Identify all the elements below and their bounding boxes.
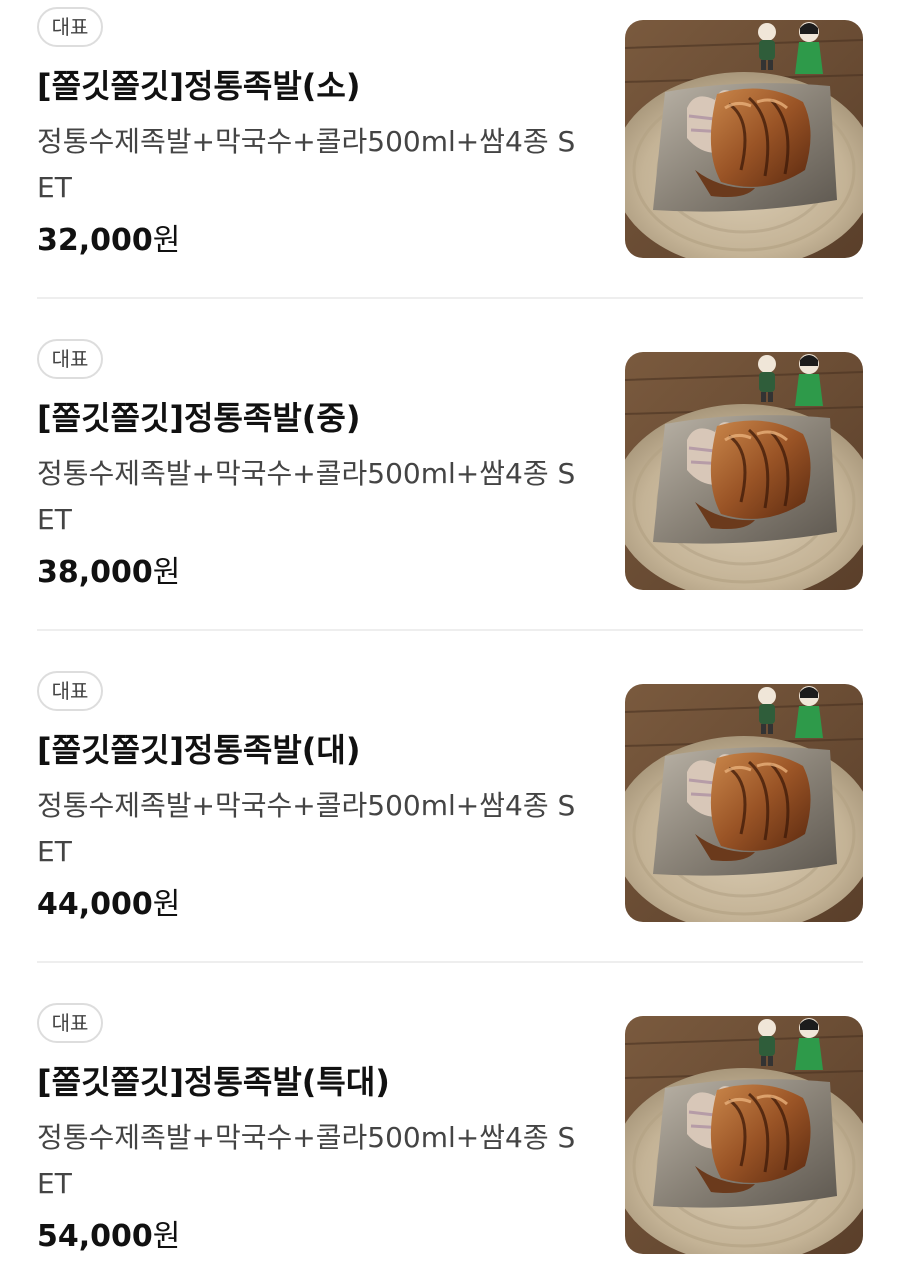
menu-item[interactable]: 대표 [쫄깃쫄깃]정통족발(소) 정통수제족발+막국수+콜라500ml+쌈4종 … <box>37 7 863 287</box>
signature-badge: 대표 <box>37 339 103 379</box>
divider <box>37 961 863 963</box>
price-unit: 원 <box>152 223 181 258</box>
jokbal-food-photo-icon <box>625 20 863 258</box>
price-unit: 원 <box>152 555 181 590</box>
signature-badge: 대표 <box>37 1003 103 1043</box>
divider <box>37 297 863 299</box>
signature-badge: 대표 <box>37 671 103 711</box>
menu-item[interactable]: 대표 [쫄깃쫄깃]정통족발(중) 정통수제족발+막국수+콜라500ml+쌈4종 … <box>37 339 863 619</box>
menu-item[interactable]: 대표 [쫄깃쫄깃]정통족발(특대) 정통수제족발+막국수+콜라500ml+쌈4종… <box>37 1003 863 1283</box>
menu-item-description: 정통수제족발+막국수+콜라500ml+쌈4종 SET <box>37 789 576 868</box>
menu-item-name: [쫄깃쫄깃]정통족발(소) <box>37 67 361 105</box>
price-amount: 44,000 <box>37 887 153 922</box>
menu-item[interactable]: 대표 [쫄깃쫄깃]정통족발(대) 정통수제족발+막국수+콜라500ml+쌈4종 … <box>37 671 863 951</box>
menu-item-price: 32,000원 <box>37 219 180 263</box>
jokbal-food-photo-icon <box>625 352 863 590</box>
menu-item-name: [쫄깃쫄깃]정통족발(특대) <box>37 1063 390 1101</box>
menu-item-name: [쫄깃쫄깃]정통족발(중) <box>37 399 361 437</box>
menu-item-description: 정통수제족발+막국수+콜라500ml+쌈4종 SET <box>37 125 576 204</box>
price-unit: 원 <box>152 887 181 922</box>
menu-item-name: [쫄깃쫄깃]정통족발(대) <box>37 731 361 769</box>
divider <box>37 629 863 631</box>
menu-item-description: 정통수제족발+막국수+콜라500ml+쌈4종 SET <box>37 457 576 536</box>
price-amount: 38,000 <box>37 555 153 590</box>
menu-item-photo[interactable] <box>625 352 863 590</box>
price-unit: 원 <box>152 1219 181 1254</box>
menu-item-price: 38,000원 <box>37 551 180 595</box>
menu-item-description: 정통수제족발+막국수+콜라500ml+쌈4종 SET <box>37 1121 576 1200</box>
menu-item-photo[interactable] <box>625 20 863 258</box>
menu-item-photo[interactable] <box>625 1016 863 1254</box>
menu-item-price: 44,000원 <box>37 883 180 927</box>
jokbal-food-photo-icon <box>625 684 863 922</box>
price-amount: 32,000 <box>37 223 153 258</box>
menu-item-price: 54,000원 <box>37 1215 180 1259</box>
price-amount: 54,000 <box>37 1219 153 1254</box>
jokbal-food-photo-icon <box>625 1016 863 1254</box>
menu-item-photo[interactable] <box>625 684 863 922</box>
signature-badge: 대표 <box>37 7 103 47</box>
